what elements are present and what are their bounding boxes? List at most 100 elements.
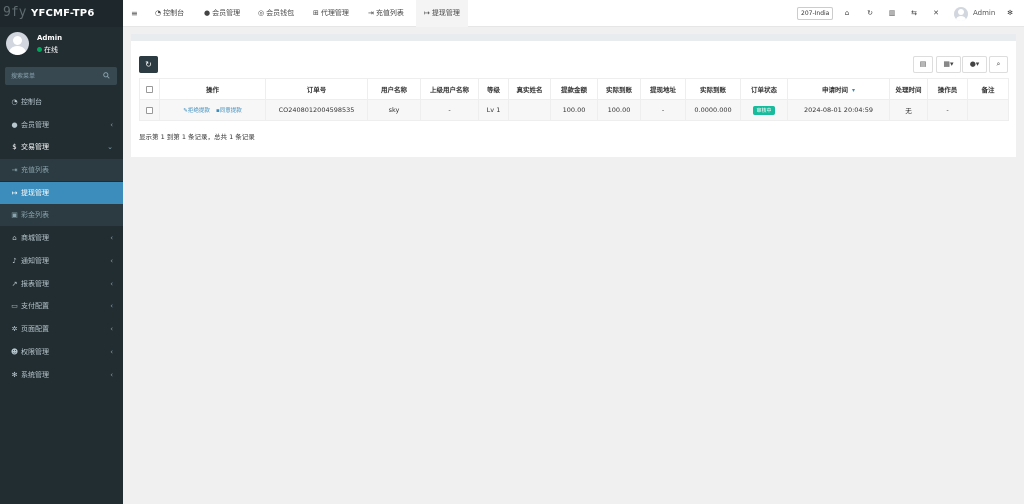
tab-dashboard[interactable]: ◔ 控制台: [155, 0, 184, 27]
tab-agent[interactable]: ⊞ 代理管理: [313, 0, 349, 27]
top-user-name[interactable]: Admin: [973, 0, 995, 27]
sidebar-item-shop[interactable]: ⌂ 商城管理 ‹: [0, 227, 123, 249]
tab-label: 充值列表: [375, 9, 404, 17]
columns-button[interactable]: ▦▾: [936, 56, 961, 73]
column-header[interactable]: 订单号: [265, 78, 368, 100]
sidebar-item-reports[interactable]: ↗ 报表管理 ‹: [0, 273, 123, 295]
column-header[interactable]: 操作员: [927, 78, 968, 100]
column-header[interactable]: 提现地址: [640, 78, 686, 100]
toggle-view-button[interactable]: ▤: [913, 56, 933, 73]
user-export-icon: ●▾: [969, 60, 980, 68]
dashboard-icon: ◔: [155, 9, 162, 17]
tab-withdraw[interactable]: ↦ 提现管理: [416, 0, 468, 27]
export-button[interactable]: ●▾: [962, 56, 987, 73]
gift-icon: ▣: [11, 211, 18, 219]
search-toggle-button[interactable]: ⌕: [989, 56, 1008, 73]
refresh-icon: ↻: [145, 60, 152, 69]
column-header[interactable]: 真实姓名: [508, 78, 551, 100]
row-actions: ✎拒绝提款 ▪同意提款: [159, 99, 266, 121]
sidebar-item-label: 控制台: [21, 98, 42, 106]
region-badge[interactable]: 207-India: [797, 7, 834, 20]
content-panel: ↻ ▤ ▦▾ ●▾ ⌕ 操作 订单号 用户名称 上级用户名称 等级 真实姓名 提…: [131, 41, 1016, 157]
tab-member-wallet[interactable]: ◎ 会员钱包: [258, 0, 294, 27]
tab-recharge-list[interactable]: ⇥ 充值列表: [368, 0, 404, 27]
user-name: Admin: [37, 34, 63, 42]
parent-username-cell: -: [420, 99, 479, 121]
tab-label: 会员管理: [212, 9, 241, 17]
sidebar-item-label: 报表管理: [21, 280, 49, 288]
fullscreen-icon[interactable]: ✕: [929, 0, 943, 27]
column-header[interactable]: 实际到账: [685, 78, 741, 100]
sidebar-item-recharge-list[interactable]: ⇥ 充值列表: [0, 159, 123, 181]
home-icon: ⌂: [12, 234, 17, 242]
reject-withdraw-link[interactable]: ✎拒绝提款: [183, 108, 210, 114]
search-icon: ⌕: [996, 60, 1001, 68]
actual-received-cell: 100.00: [597, 99, 641, 121]
columns-icon: ▦▾: [943, 60, 954, 68]
refresh-icon[interactable]: ↻: [863, 0, 877, 27]
sidebar-item-page-config[interactable]: ✲ 页面配置 ‹: [0, 318, 123, 340]
column-header-apply-time[interactable]: 申请时间 ▾: [787, 78, 890, 100]
sidebar-item-withdraw[interactable]: ↦ 提现管理: [0, 182, 123, 204]
row-select-cell: [139, 99, 160, 121]
chevron-left-icon: ‹: [110, 325, 113, 333]
tab-members[interactable]: ● 会员管理: [204, 0, 240, 27]
chevron-left-icon: ‹: [110, 121, 113, 129]
level-cell: Lv 1: [478, 99, 509, 121]
address-cell: -: [640, 99, 686, 121]
sidebar: 9fy YFCMF-TP6 Admin 在线 ◔控制台 ●会员管理 ‹ $ 交易管理…: [0, 0, 123, 504]
sidebar-item-bonus-list[interactable]: ▣ 彩金列表: [0, 204, 123, 226]
sidebar-item-label: 系统管理: [21, 371, 49, 379]
column-header[interactable]: 订单状态: [740, 78, 788, 100]
column-header[interactable]: 上级用户名称: [420, 78, 479, 100]
sidebar-item-payment[interactable]: ▭ 支付配置 ‹: [0, 295, 123, 317]
status-cell: 审核中: [740, 99, 788, 121]
apply-time-cell: 2024-08-01 20:04:59: [787, 99, 890, 121]
column-header[interactable]: 等级: [478, 78, 509, 100]
menu-toggle-icon[interactable]: ≡: [131, 0, 138, 27]
logo[interactable]: 9fy YFCMF-TP6: [0, 0, 123, 27]
refresh-button[interactable]: ↻: [139, 56, 158, 73]
real-name-cell: [508, 99, 551, 121]
sidebar-item-label: 支付配置: [21, 302, 49, 310]
home-icon[interactable]: ⌂: [840, 0, 854, 27]
sidebar-item-trading[interactable]: $ 交易管理 ⌄: [0, 136, 123, 158]
order-number-cell: CO2408012004598535: [265, 99, 368, 121]
settings-icon[interactable]: ✻: [1003, 0, 1017, 27]
sign-out-icon: ↦: [11, 189, 18, 197]
wallet-icon: ◎: [258, 9, 265, 17]
top-avatar[interactable]: [954, 7, 968, 21]
sidebar-item-label: 提现管理: [21, 189, 49, 197]
search-input[interactable]: [5, 67, 100, 85]
row-checkbox[interactable]: [146, 106, 153, 114]
sidebar-item-label: 通知管理: [21, 257, 49, 265]
select-all-checkbox[interactable]: [146, 85, 153, 93]
sidebar-item-permissions[interactable]: ☻ 权限管理 ‹: [0, 341, 123, 363]
column-header[interactable]: 处理时间: [889, 78, 928, 100]
approve-withdraw-link[interactable]: ▪同意提款: [216, 108, 242, 114]
chevron-left-icon: ‹: [110, 234, 113, 242]
column-header[interactable]: 提款金额: [550, 78, 598, 100]
sidebar-item-label: 页面配置: [21, 325, 49, 333]
brand-name: YFCMF-TP6: [31, 8, 95, 19]
sidebar-item-dashboard[interactable]: ◔ 控制台: [0, 91, 123, 113]
search-icon[interactable]: [103, 72, 110, 79]
column-header[interactable]: 备注: [967, 78, 1009, 100]
withdraw-table: 操作 订单号 用户名称 上级用户名称 等级 真实姓名 提款金额 实际到账 提现地…: [139, 78, 1009, 121]
sidebar-item-members[interactable]: ● 会员管理 ‹: [0, 114, 123, 136]
trash-icon[interactable]: ▥: [885, 0, 899, 27]
sidebar-item-notice[interactable]: ♪ 通知管理 ‹: [0, 250, 123, 272]
tab-label: 会员钱包: [266, 9, 295, 17]
column-header-label: 申请时间: [821, 86, 848, 94]
column-header[interactable]: 实际到账: [597, 78, 641, 100]
sidebar-item-system[interactable]: ✻ 系统管理 ‹: [0, 364, 123, 386]
table-header-row: 操作 订单号 用户名称 上级用户名称 等级 真实姓名 提款金额 实际到账 提现地…: [139, 78, 1009, 100]
remark-cell: [967, 99, 1009, 121]
gear-icon: ✲: [11, 325, 18, 333]
sidebar-item-label: 会员管理: [21, 121, 49, 129]
amount-cell: 100.00: [550, 99, 598, 121]
translate-icon[interactable]: ⇆: [907, 0, 921, 27]
sidebar-search: [5, 67, 117, 85]
column-header[interactable]: 用户名称: [367, 78, 421, 100]
user-icon: ●: [11, 121, 18, 129]
